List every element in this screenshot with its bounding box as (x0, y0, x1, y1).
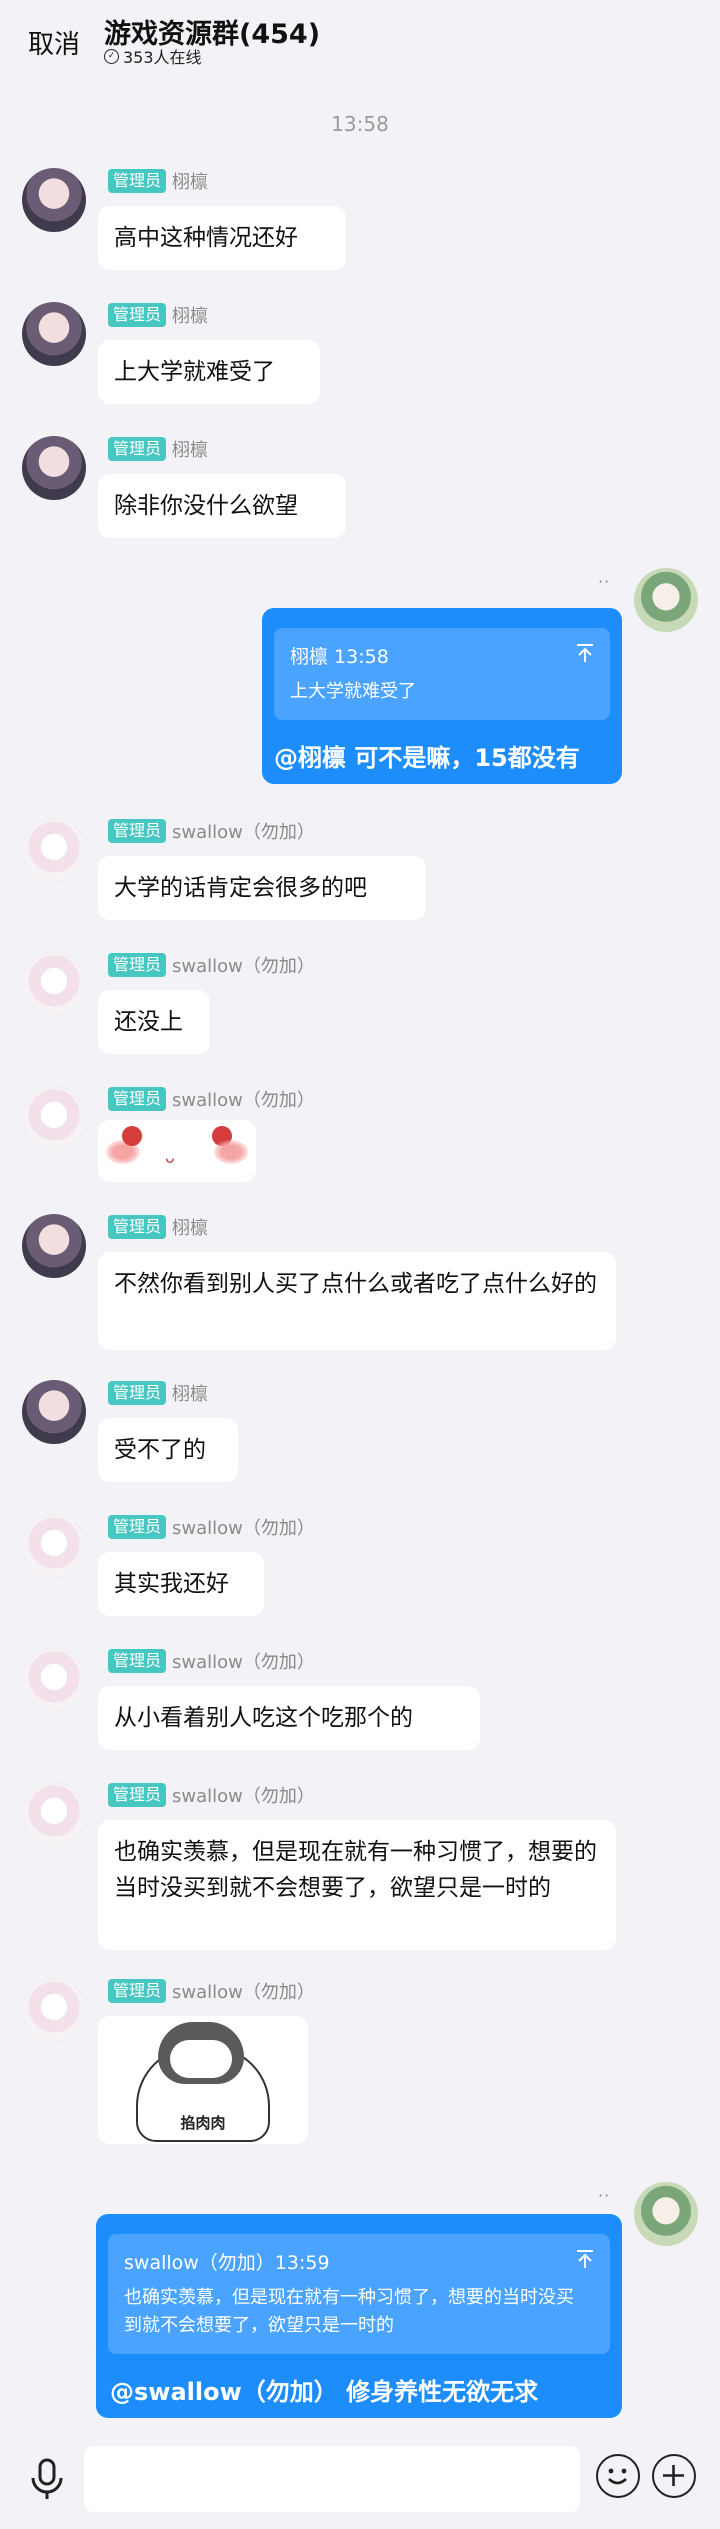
self-message-bubble[interactable]: 栩檩 13:58 上大学就难受了 @栩檩 可不是嘛，15都没有 (262, 608, 622, 784)
sender-meta: 管理员 栩檩 (108, 1214, 208, 1240)
self-message-text: @swallow（勿加） 修身养性无欲无求 (110, 2378, 539, 2406)
mouth: ᴗ (165, 1148, 175, 1167)
sender-meta: 管理员 swallow（勿加） (108, 1514, 315, 1540)
self-avatar[interactable] (634, 568, 698, 632)
sender-meta: 管理员 栩檩 (108, 168, 208, 194)
sender-meta: 管理员 swallow（勿加） (108, 952, 315, 978)
sender-name: swallow（勿加） (172, 1982, 315, 2003)
avatar[interactable] (22, 302, 86, 366)
sender-name: swallow（勿加） (172, 1518, 315, 1539)
message-bubble[interactable]: 还没上 (98, 990, 210, 1054)
self-avatar[interactable] (634, 2182, 698, 2246)
admin-badge: 管理员 (108, 303, 167, 327)
avatar[interactable] (22, 1380, 86, 1444)
message-bubble[interactable]: 高中这种情况还好 (98, 206, 346, 270)
sender-name: swallow（勿加） (172, 1786, 315, 1807)
sender-name: swallow（勿加） (172, 1652, 315, 1673)
admin-badge: 管理员 (108, 169, 167, 193)
sender-meta: 管理员 swallow（勿加） (108, 1086, 315, 1112)
quote-author: swallow（勿加）13:59 (124, 2252, 330, 2274)
avatar[interactable] (22, 436, 86, 500)
eye-left (122, 1126, 142, 1146)
blush-right (214, 1140, 248, 1164)
sender-meta: 管理员 swallow（勿加） (108, 1648, 315, 1674)
sender-meta: 管理员 swallow（勿加） (108, 1782, 315, 1808)
sender-name: swallow（勿加） (172, 822, 315, 843)
admin-badge: 管理员 (108, 1087, 167, 1111)
admin-badge: 管理员 (108, 1515, 167, 1539)
sender-meta: 管理员 栩檩 (108, 302, 208, 328)
penguin-sticker[interactable]: 掐肉肉 (98, 2016, 308, 2144)
avatar[interactable] (22, 1086, 86, 1150)
message-bubble[interactable]: 不然你看到别人买了点什么或者吃了点什么好的 (98, 1252, 616, 1350)
avatar[interactable] (22, 1514, 86, 1578)
sender-name: swallow（勿加） (172, 1090, 315, 1111)
admin-badge: 管理员 (108, 1783, 167, 1807)
admin-badge: 管理员 (108, 819, 167, 843)
sender-meta: 管理员 swallow（勿加） (108, 818, 315, 844)
message-input[interactable] (84, 2446, 580, 2512)
emoji-icon[interactable] (596, 2454, 640, 2498)
self-message-text: @栩檩 可不是嘛，15都没有 (274, 744, 580, 772)
avatar[interactable] (22, 1978, 86, 2042)
admin-badge: 管理员 (108, 437, 167, 461)
quote-author: 栩檩 13:58 (290, 646, 389, 668)
chat-header: 取消 游戏资源群(454) ✓ 353人在线 (0, 0, 720, 95)
avatar[interactable] (22, 168, 86, 232)
sender-meta: 管理员 栩檩 (108, 436, 208, 462)
avatar[interactable] (22, 1782, 86, 1846)
avatar[interactable] (22, 818, 86, 882)
message-timestamp: 13:58 (331, 112, 389, 136)
self-message-bubble[interactable]: swallow（勿加）13:59 也确实羡慕，但是现在就有一种习惯了，想要的当时… (96, 2214, 622, 2418)
admin-badge: 管理员 (108, 1381, 167, 1405)
sticker-caption: 掐肉肉 (180, 2114, 226, 2132)
admin-badge: 管理员 (108, 1979, 167, 2003)
input-bar (0, 2434, 720, 2529)
admin-badge: 管理员 (108, 953, 167, 977)
sticker-image[interactable]: ᴗ (98, 1120, 256, 1182)
jump-to-top-icon[interactable] (574, 642, 596, 664)
avatar[interactable] (22, 1648, 86, 1712)
more-dots: ·· (598, 572, 611, 591)
message-bubble[interactable]: 其实我还好 (98, 1552, 264, 1616)
message-bubble[interactable]: 受不了的 (98, 1418, 238, 1482)
online-check-icon: ✓ (104, 48, 119, 64)
quoted-message[interactable]: swallow（勿加）13:59 也确实羡慕，但是现在就有一种习惯了，想要的当时… (108, 2234, 610, 2354)
online-count: 353人在线 (123, 48, 202, 67)
quoted-message[interactable]: 栩檩 13:58 上大学就难受了 (274, 628, 610, 720)
online-status: ✓ 353人在线 (104, 44, 202, 68)
admin-badge: 管理员 (108, 1649, 167, 1673)
admin-badge: 管理员 (108, 1215, 167, 1239)
sender-name: 栩檩 (172, 1218, 209, 1239)
sender-meta: 管理员 栩檩 (108, 1380, 208, 1406)
sender-meta: 管理员 swallow（勿加） (108, 1978, 315, 2004)
sender-name: 栩檩 (172, 440, 209, 461)
message-bubble[interactable]: 大学的话肯定会很多的吧 (98, 856, 426, 920)
microphone-icon[interactable] (22, 2454, 72, 2504)
sender-name: 栩檩 (172, 172, 209, 193)
message-bubble[interactable]: 从小看着别人吃这个吃那个的 (98, 1686, 480, 1750)
cancel-button[interactable]: 取消 (28, 24, 80, 61)
jump-to-top-icon[interactable] (574, 2248, 596, 2270)
quote-text: 也确实羡慕，但是现在就有一种习惯了，想要的当时没买到就不会想要了，欲望只是一时的 (124, 2287, 574, 2336)
avatar[interactable] (22, 952, 86, 1016)
sender-name: 栩檩 (172, 306, 209, 327)
message-bubble[interactable]: 上大学就难受了 (98, 340, 320, 404)
plus-icon[interactable] (652, 2454, 696, 2498)
sender-name: swallow（勿加） (172, 956, 315, 977)
avatar[interactable] (22, 1214, 86, 1278)
sender-name: 栩檩 (172, 1384, 209, 1405)
more-dots: ·· (598, 2186, 611, 2205)
penguin-face (170, 2040, 232, 2078)
quote-text: 上大学就难受了 (290, 681, 416, 702)
message-bubble[interactable]: 除非你没什么欲望 (98, 474, 346, 538)
message-bubble[interactable]: 也确实羡慕，但是现在就有一种习惯了，想要的当时没买到就不会想要了，欲望只是一时的 (98, 1820, 616, 1950)
